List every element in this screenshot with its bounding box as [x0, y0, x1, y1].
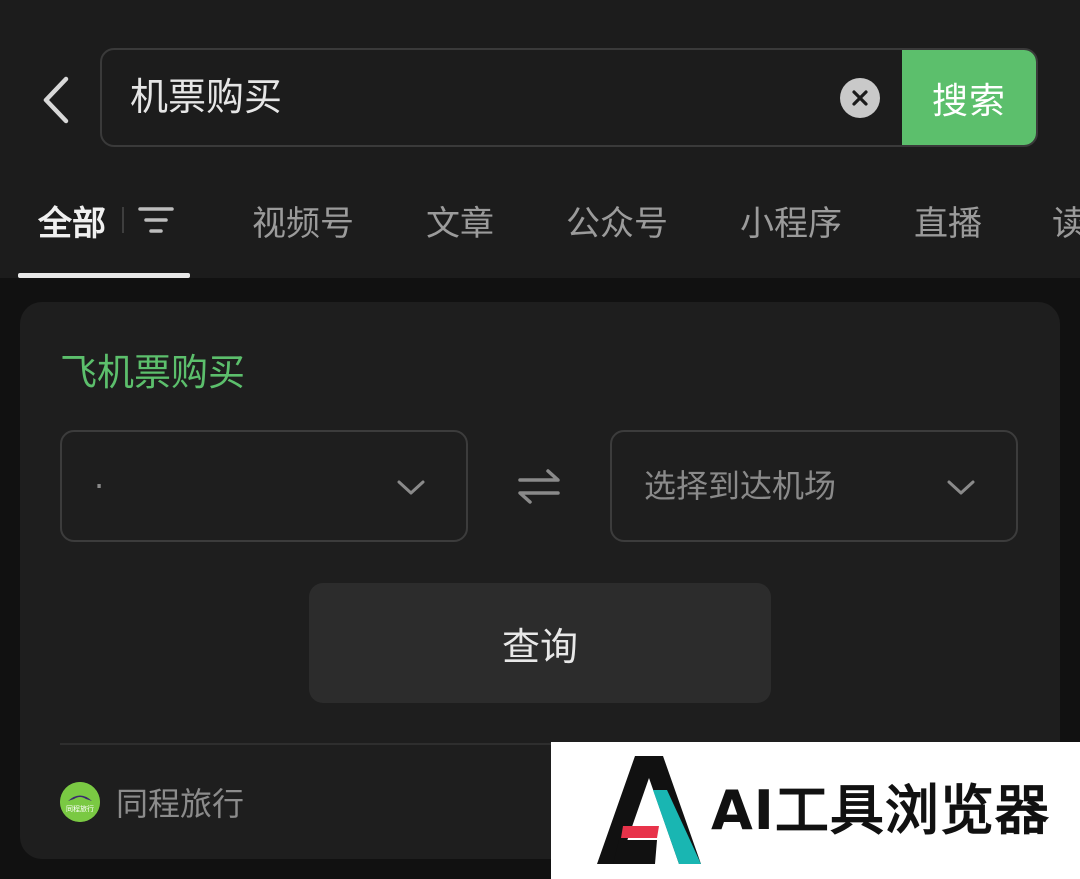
tab-all[interactable]: 全部	[38, 178, 174, 262]
tab-divider	[122, 207, 124, 233]
provider-logo-text: 同程旅行	[66, 804, 94, 813]
tab-official-accounts[interactable]: 公众号	[566, 178, 668, 262]
provider[interactable]: 同程旅行 同程旅行	[60, 780, 244, 824]
tab-mini-programs[interactable]: 小程序	[740, 178, 842, 262]
chevron-down-icon	[947, 480, 975, 495]
ai-logo-icon	[597, 756, 701, 864]
clear-button[interactable]	[840, 78, 880, 118]
arrival-airport-select[interactable]: 选择到达机场	[610, 430, 1018, 542]
filter-lines-icon[interactable]	[138, 205, 174, 235]
search-input[interactable]	[130, 50, 820, 145]
active-tab-underline	[18, 273, 190, 278]
chevron-left-icon	[43, 76, 69, 124]
tab-live[interactable]: 直播	[914, 178, 982, 262]
tab-channels[interactable]: 视频号	[252, 178, 354, 262]
tab-bar: 全部 视频号 文章 公众号 小程序 直播 读	[0, 178, 1080, 278]
tab-articles[interactable]: 文章	[426, 178, 494, 262]
departure-value: ·	[94, 467, 105, 505]
search-button[interactable]: 搜索	[902, 50, 1036, 145]
query-button[interactable]: 查询	[309, 583, 771, 703]
header: 搜索 全部 视频号 文章 公众号 小程序 直播 读	[0, 0, 1080, 278]
provider-name: 同程旅行	[116, 785, 245, 823]
search-results-page: 搜索 全部 视频号 文章 公众号 小程序 直播 读 飞机票购买	[0, 0, 1080, 879]
back-button[interactable]	[30, 70, 80, 130]
watermark-text: AI工具浏览器	[711, 779, 1050, 842]
arrival-placeholder: 选择到达机场	[644, 467, 837, 505]
watermark: AI工具浏览器	[551, 742, 1080, 879]
tongcheng-logo-icon: 同程旅行	[60, 782, 100, 822]
tab-label: 全部	[38, 203, 106, 244]
tab-reading[interactable]: 读	[1052, 178, 1080, 262]
swap-arrows-icon[interactable]	[516, 466, 562, 506]
clear-circle-icon	[852, 90, 868, 106]
departure-airport-select[interactable]: ·	[60, 430, 468, 542]
card-title[interactable]: 飞机票购买	[60, 342, 245, 396]
chevron-down-icon	[397, 480, 425, 495]
search-box: 搜索	[100, 48, 1038, 147]
